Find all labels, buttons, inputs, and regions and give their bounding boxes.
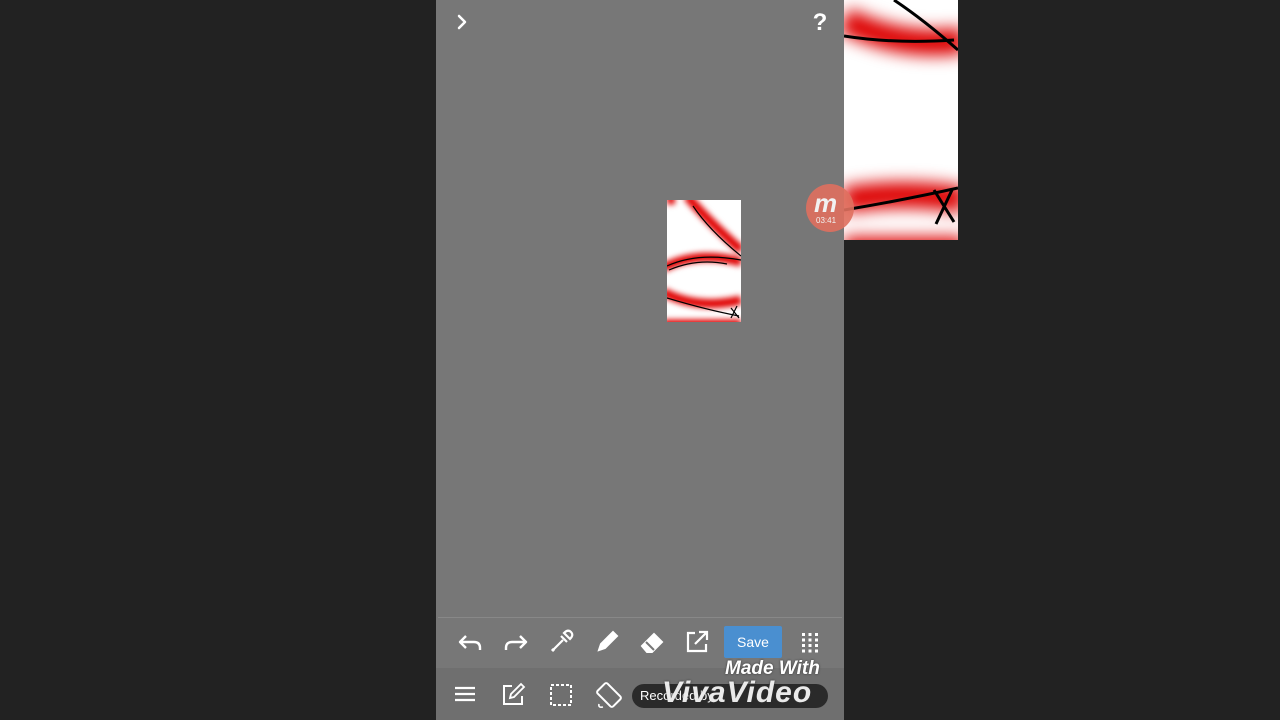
- redo-icon[interactable]: [500, 626, 532, 658]
- edit-icon[interactable]: [498, 680, 528, 710]
- menu-icon[interactable]: [450, 680, 480, 710]
- chevron-right-icon[interactable]: [450, 10, 474, 34]
- undo-icon[interactable]: [454, 626, 486, 658]
- eyedropper-icon[interactable]: [545, 626, 577, 658]
- pencil-icon[interactable]: [591, 626, 623, 658]
- recorder-logo: m: [814, 188, 838, 218]
- watermark-made-with: Made With: [725, 658, 820, 679]
- watermark-brand: VivaVideo: [662, 676, 813, 709]
- selection-icon[interactable]: [546, 680, 576, 710]
- drawing-app: ?: [436, 0, 844, 720]
- open-external-icon[interactable]: [681, 626, 713, 658]
- recorder-timer: 03:41: [816, 216, 837, 225]
- eraser-icon[interactable]: [636, 626, 668, 658]
- save-button[interactable]: Save: [724, 626, 782, 658]
- drawing-canvas[interactable]: [667, 200, 741, 322]
- screen-recorder-bubble[interactable]: m 03:41: [806, 184, 854, 232]
- help-button[interactable]: ?: [808, 10, 832, 36]
- zoomed-preview: [844, 0, 958, 240]
- grid-icon[interactable]: [794, 626, 826, 658]
- rotate-icon[interactable]: [594, 680, 624, 710]
